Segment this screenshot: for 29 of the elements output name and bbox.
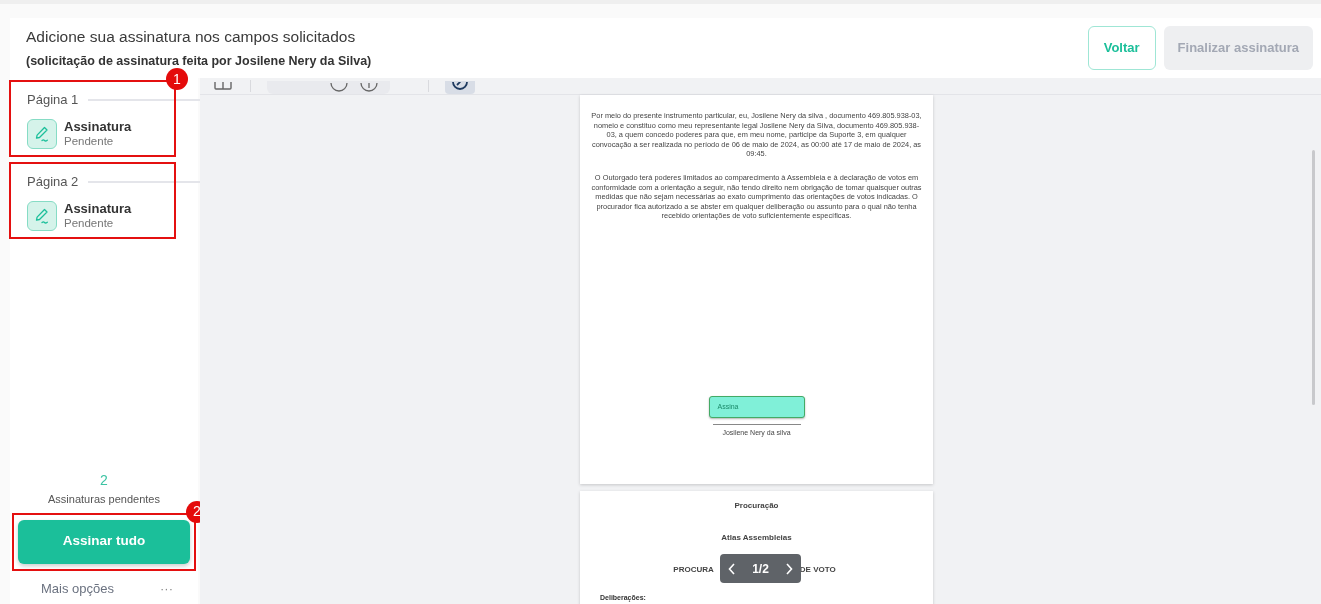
callout-badge: 1 [166, 68, 188, 90]
field-name: Assinatura [64, 200, 132, 217]
document-heading: PROCURA [673, 564, 714, 576]
chevron-right-icon[interactable] [785, 562, 793, 575]
field-name: Assinatura [64, 118, 132, 135]
pen-icon [27, 118, 57, 149]
signature-field-item[interactable]: Assinatura Pendente [27, 200, 176, 232]
pen-icon [27, 200, 57, 231]
history-button[interactable] [445, 81, 475, 94]
sign-all-button[interactable]: Assinar tudo [18, 519, 190, 564]
more-options-link[interactable]: Mais opções [41, 578, 114, 598]
back-button[interactable]: Voltar [1087, 26, 1156, 70]
document-heading: Atlas Assembleias [720, 532, 793, 544]
page-title: Adicione sua assinatura nos campos solicitados [26, 27, 357, 47]
page-label: Página 2 [27, 173, 79, 192]
field-status: Pendente [64, 216, 115, 232]
field-status: Pendente [64, 134, 115, 150]
request-subtitle: (solicitação de assinatura feita por Josilene Nery da Silva) [26, 53, 372, 71]
page-indicator: 1/2 [752, 560, 769, 578]
document-heading: Procuração [733, 500, 780, 512]
zoom-in-icon[interactable] [360, 83, 378, 94]
clock-icon [452, 82, 468, 92]
page-label: Página 1 [27, 91, 79, 109]
pending-label: Assinaturas pendentes [48, 492, 160, 507]
signature-field-item[interactable]: Assinatura Pendente [27, 118, 176, 150]
pending-count: 2 [100, 471, 108, 490]
chevron-left-icon[interactable] [728, 562, 736, 575]
more-icon[interactable]: ··· [160, 578, 173, 598]
zoom-out-icon[interactable] [330, 83, 348, 94]
